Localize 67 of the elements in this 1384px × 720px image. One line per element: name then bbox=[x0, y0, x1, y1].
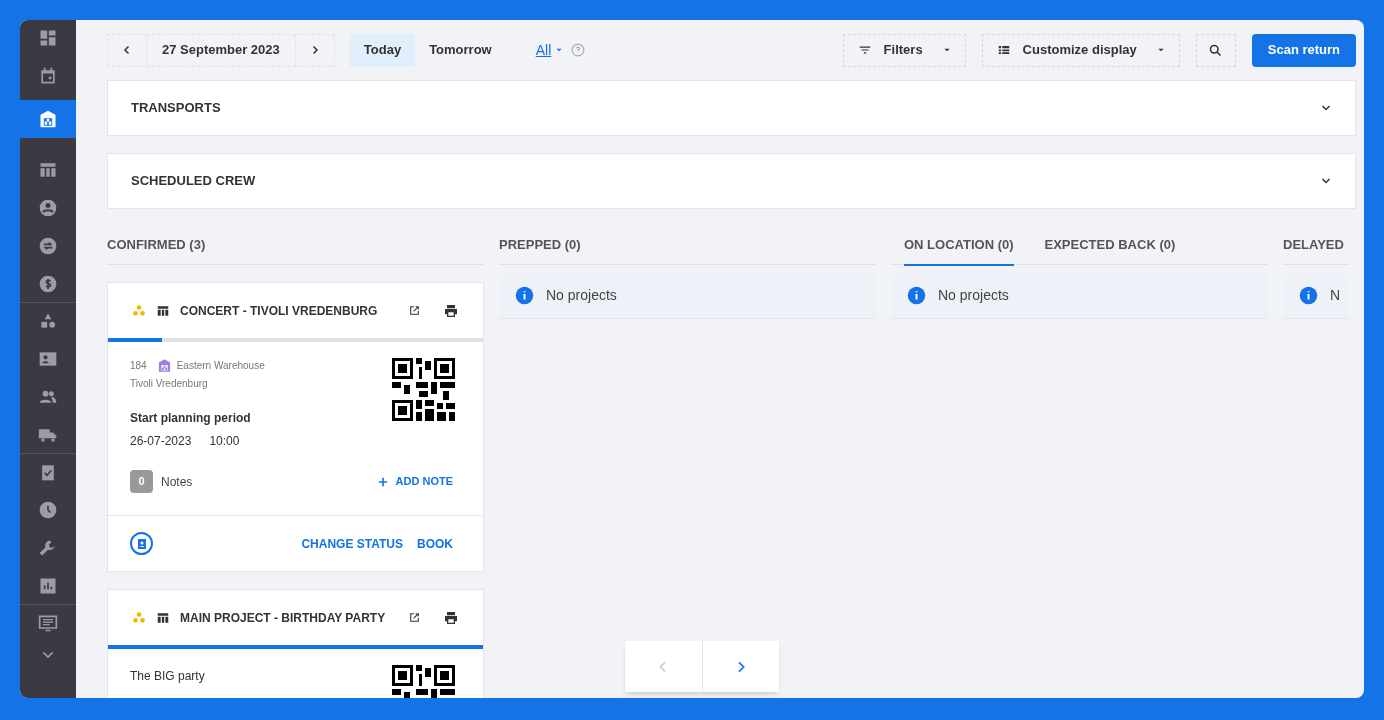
calendar-icon bbox=[38, 66, 58, 86]
card-title: CONCERT - TIVOLI VREDENBURG bbox=[180, 302, 379, 320]
column-tab[interactable]: ON LOCATION (0) bbox=[904, 235, 1014, 266]
card-action-button[interactable]: BOOK bbox=[417, 534, 453, 553]
open-external-icon bbox=[408, 304, 421, 317]
caret-down-icon bbox=[555, 46, 564, 54]
info-icon bbox=[1299, 286, 1318, 305]
table-icon bbox=[156, 303, 170, 318]
filters-button[interactable]: Filters bbox=[842, 33, 966, 67]
project-number: 184 bbox=[130, 359, 147, 373]
dollar-icon bbox=[38, 274, 58, 294]
notes-label: Notes bbox=[161, 473, 194, 491]
customize-display-button[interactable]: Customize display bbox=[981, 33, 1180, 67]
plus-icon bbox=[377, 476, 388, 487]
scan-return-button[interactable]: Scan return bbox=[1251, 33, 1356, 67]
warehouse-name: Eastern Warehouse bbox=[176, 359, 265, 373]
info-icon bbox=[515, 286, 534, 305]
panel-title: SCHEDULED CREW bbox=[131, 172, 257, 191]
search-button[interactable] bbox=[1195, 33, 1236, 67]
period-label: Start planning period bbox=[130, 410, 252, 427]
contact-card-icon bbox=[38, 349, 58, 369]
location-name: Tivoli Vredenburg bbox=[130, 377, 209, 391]
empty-message: N bbox=[1330, 286, 1341, 305]
empty-message: No projects bbox=[546, 286, 617, 305]
scope-dropdown[interactable]: All bbox=[535, 39, 564, 61]
table-icon bbox=[156, 610, 170, 625]
printer-icon bbox=[443, 609, 459, 626]
project-subtitle: The BIG party bbox=[130, 668, 206, 685]
shapes-icon bbox=[38, 311, 58, 331]
period-time: 10:00 bbox=[209, 433, 240, 450]
panel-title: TRANSPORTS bbox=[131, 99, 222, 118]
notes-count-badge: 0 bbox=[130, 470, 153, 493]
column-tab[interactable]: DELAYED bbox=[1283, 235, 1344, 266]
shapes-icon bbox=[132, 610, 146, 625]
card-title: MAIN PROJECT - BIRTHDAY PARTY bbox=[180, 609, 387, 627]
add-note-button[interactable]: ADD NOTE bbox=[377, 473, 453, 490]
shapes-icon bbox=[132, 303, 146, 318]
column-tab[interactable]: CONFIRMED (3) bbox=[107, 235, 206, 266]
printer-icon bbox=[443, 302, 459, 319]
list-icon bbox=[996, 43, 1011, 57]
card-action-button[interactable]: CHANGE STATUS bbox=[301, 534, 403, 553]
contact-icon bbox=[130, 532, 153, 555]
column-tab[interactable]: EXPECTED BACK (0) bbox=[1044, 235, 1176, 266]
info-icon bbox=[907, 286, 926, 305]
bar-chart-icon bbox=[38, 576, 58, 596]
person-icon bbox=[38, 198, 58, 218]
empty-message: No projects bbox=[938, 286, 1009, 305]
caret-down-icon bbox=[942, 46, 951, 54]
swap-icon bbox=[38, 236, 58, 256]
collapsible-panel[interactable]: TRANSPORTS bbox=[107, 80, 1356, 136]
search-icon bbox=[1208, 42, 1224, 58]
column-tab[interactable]: PREPPED (0) bbox=[499, 235, 581, 266]
help-icon bbox=[571, 43, 586, 57]
date-label: 27 September 2023 bbox=[146, 34, 296, 66]
period-date: 26-07-2023 bbox=[130, 433, 192, 450]
warehouse-icon bbox=[156, 358, 172, 373]
dashboard-icon bbox=[38, 28, 58, 48]
table-icon bbox=[38, 160, 58, 180]
day-tab[interactable]: Today bbox=[349, 33, 416, 67]
warehouse-icon bbox=[38, 109, 58, 129]
clock-icon bbox=[38, 500, 58, 520]
nav-item[interactable] bbox=[20, 100, 76, 138]
screen-list-icon bbox=[38, 613, 58, 633]
caret-down-icon bbox=[1156, 46, 1165, 54]
open-external-icon bbox=[408, 611, 421, 624]
collapsible-panel[interactable]: SCHEDULED CREW bbox=[107, 153, 1356, 209]
qr-code-icon bbox=[392, 358, 455, 421]
